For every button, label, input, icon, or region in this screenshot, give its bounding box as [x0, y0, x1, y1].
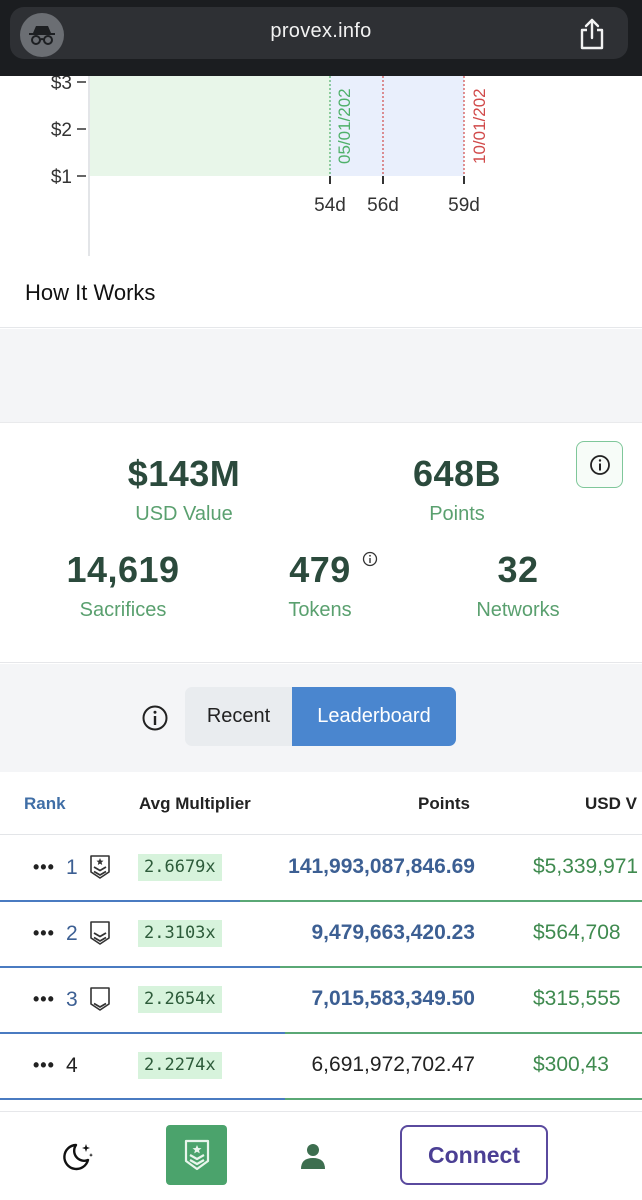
url-text[interactable]: provex.info: [0, 20, 642, 43]
stat-tokens-label: Tokens: [288, 599, 352, 621]
y-tick-label: $1: [51, 167, 72, 188]
stats-info-button[interactable]: [576, 441, 623, 488]
leaderboard-table: Rank Avg Multiplier Points USD V ••• 1 2…: [0, 772, 642, 1112]
rank-badge-icon: [89, 986, 111, 1012]
stat-usd-value-number: $143M: [127, 453, 241, 494]
row-points: 6,691,972,702.47: [311, 1053, 476, 1076]
stat-networks: 32 Networks: [458, 549, 578, 622]
row-divider-green: [285, 1098, 642, 1100]
row-points: 9,479,663,420.23: [311, 921, 476, 944]
column-header-avg-multiplier[interactable]: Avg Multiplier: [139, 794, 251, 814]
spacer-band: [0, 329, 642, 423]
row-points: 141,993,087,846.69: [288, 855, 475, 878]
info-icon: [589, 454, 610, 475]
rank-shield-icon: [184, 1139, 209, 1171]
row-menu-icon[interactable]: •••: [33, 923, 55, 944]
table-row[interactable]: ••• 1 2.6679x 141,993,087,846.69 $5,339,…: [0, 836, 642, 902]
row-usd: $564,708: [533, 921, 621, 944]
y-tick-label: $2: [51, 120, 72, 141]
chart-annotation-red: 10/01/202: [470, 88, 489, 164]
row-divider-blue: [0, 1098, 285, 1100]
chart-green-region: [90, 76, 330, 176]
stats-panel: $143M USD Value 648B Points 14,619 Sacri…: [0, 423, 642, 663]
row-points: 7,015,583,349.50: [311, 987, 476, 1010]
row-multiplier: 2.2654x: [138, 986, 222, 1013]
table-row[interactable]: ••• 3 2.2654x 7,015,583,349.50 $315,555: [0, 968, 642, 1034]
row-menu-icon[interactable]: •••: [33, 989, 55, 1010]
stat-points-label: Points: [429, 503, 485, 525]
tab-recent[interactable]: Recent: [185, 687, 292, 746]
rank-badge-icon: [89, 854, 111, 880]
stat-networks-label: Networks: [476, 599, 560, 621]
row-menu-icon[interactable]: •••: [33, 1055, 55, 1076]
x-tick-label: 54d: [314, 195, 346, 216]
y-tick-label: $3: [51, 76, 72, 94]
how-it-works-accordion[interactable]: How It Works: [0, 266, 642, 328]
row-multiplier: 2.3103x: [138, 920, 222, 947]
x-tick-label: 59d: [448, 195, 480, 216]
stat-sacrifices-label: Sacrifices: [79, 599, 167, 621]
row-multiplier: 2.2274x: [138, 1052, 222, 1079]
stat-sacrifices: 14,619 Sacrifices: [52, 549, 194, 622]
chart-annotation-green: 05/01/202: [335, 88, 354, 164]
price-chart: $3 $2 $1 54d 56d 59d 05/01/202 10/01/202: [0, 73, 642, 266]
leaderboard-nav-button[interactable]: [166, 1125, 227, 1185]
x-tick-label: 56d: [367, 195, 399, 216]
stat-usd-value: $143M USD Value: [104, 453, 264, 526]
theme-toggle-moon-icon[interactable]: [60, 1141, 94, 1178]
column-header-usd[interactable]: USD V: [585, 794, 637, 814]
table-row[interactable]: ••• 4 2.2274x 6,691,972,702.47 $300,43: [0, 1034, 642, 1100]
rank-badge-icon: [89, 920, 111, 946]
profile-icon[interactable]: [299, 1142, 327, 1175]
row-rank: 4: [66, 1054, 78, 1077]
tab-leaderboard[interactable]: Leaderboard: [292, 687, 456, 746]
row-usd: $5,339,971: [533, 855, 639, 878]
connect-button[interactable]: Connect: [400, 1125, 548, 1185]
row-multiplier: 2.6679x: [138, 854, 222, 881]
stat-usd-value-label: USD Value: [135, 503, 233, 525]
column-header-rank[interactable]: Rank: [24, 794, 66, 814]
how-it-works-title: How It Works: [25, 280, 156, 305]
view-tabs: Recent Leaderboard: [185, 687, 456, 746]
leaderboard-info-icon[interactable]: [141, 704, 169, 737]
price-chart-svg: $3 $2 $1 54d 56d 59d 05/01/202 10/01/202: [51, 73, 489, 256]
row-usd: $315,555: [533, 987, 621, 1010]
row-menu-icon[interactable]: •••: [33, 857, 55, 878]
share-icon[interactable]: [576, 17, 608, 51]
stat-sacrifices-number: 14,619: [66, 549, 180, 590]
row-usd: $300,43: [533, 1053, 609, 1076]
stat-points-number: 648B: [412, 453, 502, 494]
tokens-info-icon[interactable]: [362, 551, 378, 572]
row-rank: 2: [66, 922, 78, 945]
table-row[interactable]: ••• 2 2.3103x 9,479,663,420.23 $564,708: [0, 902, 642, 968]
stat-networks-number: 32: [497, 549, 539, 590]
row-rank: 1: [66, 856, 78, 879]
table-header: Rank Avg Multiplier Points USD V: [0, 772, 642, 835]
column-header-points[interactable]: Points: [418, 794, 470, 814]
browser-top-bar: provex.info: [0, 0, 642, 76]
stat-points: 648B Points: [386, 453, 528, 526]
row-rank: 3: [66, 988, 78, 1011]
